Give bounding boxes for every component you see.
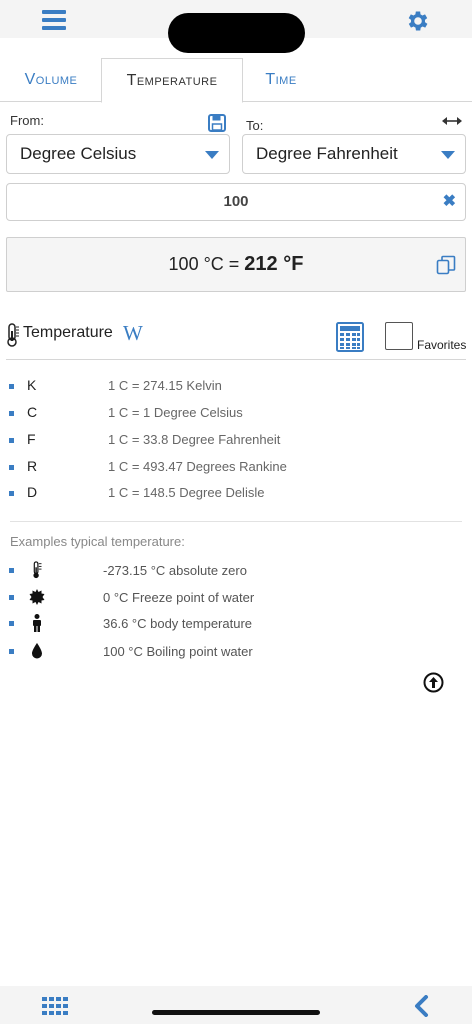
bullet-icon	[9, 411, 14, 416]
calculator-icon[interactable]	[336, 322, 364, 352]
example-text: -273.15 °C absolute zero	[103, 563, 247, 578]
unit-description: 1 C = 493.47 Degrees Rankine	[108, 459, 287, 474]
chevron-down-icon	[441, 151, 455, 159]
unit-row: C 1 C = 1 Degree Celsius	[0, 404, 472, 424]
bottom-bar	[0, 986, 472, 1024]
bullet-icon	[9, 384, 14, 389]
tab-volume[interactable]: Volume	[0, 58, 102, 102]
divider	[10, 521, 462, 522]
section-title: Temperature	[23, 324, 113, 341]
bullet-icon	[9, 649, 14, 654]
tab-temperature[interactable]: Temperature	[101, 58, 243, 103]
wikipedia-icon[interactable]: W	[123, 321, 143, 346]
section-header: Temperature W Favorites	[6, 318, 466, 360]
result-box: 100 °C = 212 °F	[6, 237, 466, 292]
from-label: From:	[10, 113, 44, 128]
unit-description: 1 C = 148.5 Degree Delisle	[108, 485, 265, 500]
chevron-down-icon	[205, 151, 219, 159]
scroll-to-top-icon[interactable]	[423, 672, 444, 693]
unit-symbol: D	[27, 484, 38, 500]
from-unit-select[interactable]: Degree Celsius	[6, 134, 230, 174]
thermometer-icon	[7, 323, 19, 347]
result-value: 212 °F	[244, 253, 304, 275]
unit-row: F 1 C = 33.8 Degree Fahrenheit	[0, 431, 472, 451]
unit-symbol: R	[27, 458, 38, 474]
from-unit-value: Degree Celsius	[20, 144, 137, 163]
clear-icon[interactable]: ✖	[443, 184, 456, 220]
unit-row: D 1 C = 148.5 Degree Delisle	[0, 484, 472, 504]
to-unit-select[interactable]: Degree Fahrenheit	[242, 134, 466, 174]
hamburger-menu-icon[interactable]	[42, 10, 66, 30]
to-label: To:	[246, 118, 264, 133]
example-text: 36.6 °C body temperature	[103, 616, 253, 631]
bullet-icon	[9, 568, 14, 573]
unit-description: 1 C = 274.15 Kelvin	[108, 378, 222, 393]
unit-description: 1 C = 1 Degree Celsius	[108, 405, 243, 420]
home-indicator	[152, 1010, 320, 1015]
result-prefix: 100 °C =	[168, 254, 245, 274]
category-tabs: Volume Temperature Time	[0, 58, 472, 103]
gear-icon[interactable]	[405, 8, 431, 34]
example-text: 0 °C Freeze point of water	[103, 590, 255, 605]
example-row: 100 °C Boiling point water	[0, 642, 472, 662]
input-value: 100	[223, 193, 249, 210]
example-row: 36.6 °C body temperature	[0, 614, 472, 634]
unit-row: K 1 C = 274.15 Kelvin	[0, 377, 472, 397]
value-input[interactable]: 100 ✖	[6, 183, 466, 221]
grid-icon[interactable]	[42, 997, 68, 1015]
save-icon[interactable]	[208, 114, 226, 132]
copy-icon[interactable]	[436, 255, 456, 275]
tab-time[interactable]: Time	[243, 58, 319, 102]
bullet-icon	[9, 621, 14, 626]
example-row: 0 °C Freeze point of water	[0, 588, 472, 608]
bullet-icon	[9, 491, 14, 496]
bullet-icon	[9, 465, 14, 470]
to-unit-value: Degree Fahrenheit	[256, 144, 398, 163]
thermometer-icon	[33, 561, 42, 579]
water-drop-icon	[32, 643, 42, 659]
snowflake-icon	[29, 589, 45, 605]
favorites-label: Favorites	[417, 338, 467, 352]
person-icon	[33, 614, 41, 632]
unit-symbol: C	[27, 404, 38, 420]
examples-title: Examples typical temperature:	[10, 534, 185, 549]
example-text: 100 °C Boiling point water	[103, 644, 253, 659]
example-row: -273.15 °C absolute zero	[0, 561, 472, 581]
camera-notch	[168, 13, 305, 53]
bullet-icon	[9, 595, 14, 600]
unit-description: 1 C = 33.8 Degree Fahrenheit	[108, 432, 281, 447]
swap-arrows-icon[interactable]	[441, 114, 463, 128]
chevron-left-icon[interactable]	[413, 995, 429, 1017]
unit-row: R 1 C = 493.47 Degrees Rankine	[0, 458, 472, 478]
unit-symbol: K	[27, 377, 37, 393]
favorites-checkbox[interactable]	[385, 322, 413, 350]
unit-symbol: F	[27, 431, 36, 447]
bullet-icon	[9, 438, 14, 443]
